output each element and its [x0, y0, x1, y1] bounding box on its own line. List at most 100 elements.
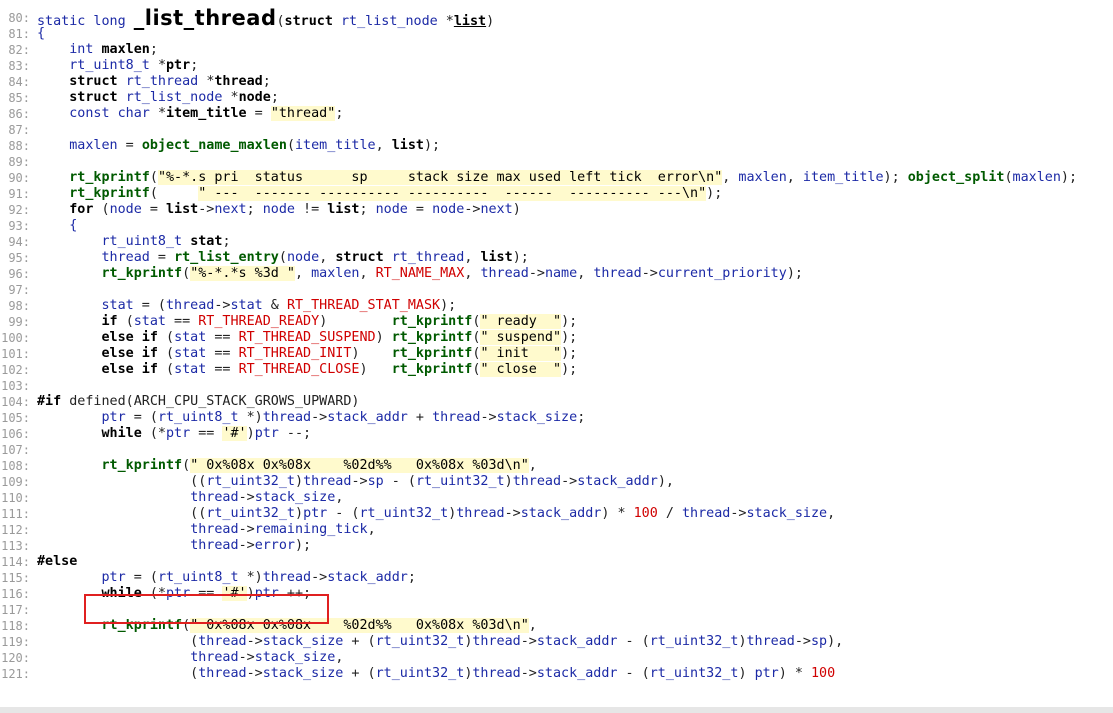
code-token: rt_kprintf [391, 314, 473, 329]
code-token: -> [238, 490, 255, 505]
code-token: "thread" [270, 106, 336, 121]
horizontal-scrollbar[interactable] [0, 707, 1113, 713]
code-token: RT_THREAD_STAT_MASK [286, 298, 441, 313]
code-token: , [295, 266, 312, 281]
code-token: ) * [778, 666, 811, 681]
code-line: 101: else if (stat == RT_THREAD_INIT) rt… [0, 346, 1113, 362]
code-token: == [166, 314, 199, 329]
code-token: rt_uint32_t [649, 666, 739, 681]
code-token: rt_uint8_t [157, 570, 247, 585]
code-text: for (node = list->next; node != list; no… [37, 202, 521, 218]
code-line: 114: #else [0, 554, 1113, 570]
code-token: stack_size [254, 490, 336, 505]
code-token: list [166, 202, 199, 217]
code-token: item_title [295, 138, 376, 153]
line-number: 121: [1, 667, 30, 681]
code-text: stat = (thread->stat & RT_THREAD_STAT_MA… [37, 298, 457, 314]
code-token: name [544, 266, 578, 281]
code-token: thread [190, 522, 239, 537]
code-line: 91: rt_kprintf( " --- ------- ----------… [0, 186, 1113, 202]
line-number: 118: [1, 619, 30, 633]
code-token: stack_addr [327, 410, 408, 425]
code-token: stack_size [262, 666, 344, 681]
code-token: , [464, 250, 481, 265]
code-token: * [230, 90, 239, 105]
code-text: rt_uint8_t stat; [37, 234, 231, 250]
code-token: ptr [101, 410, 126, 425]
code-token: else if [101, 346, 166, 361]
code-token: ); [440, 298, 457, 313]
code-token: = [117, 138, 142, 153]
code-token: ( [37, 634, 199, 649]
code-token: struct [69, 90, 126, 105]
code-token: stack_size [496, 410, 578, 425]
code-token: node [286, 250, 320, 265]
code-token: stat [190, 234, 223, 249]
code-token: ; [270, 90, 279, 105]
code-token: ptr [754, 666, 779, 681]
code-token: ; [335, 106, 344, 121]
code-text: ptr = (rt_uint8_t *)thread->stack_addr +… [37, 410, 586, 426]
code-token: thread [190, 538, 239, 553]
code-token: ( [166, 362, 175, 377]
code-token: const char [69, 106, 158, 121]
code-token: ( [278, 250, 287, 265]
line-number: 89: [8, 155, 30, 169]
code-text: (thread->stack_size + (rt_uint32_t)threa… [37, 666, 835, 682]
line-number: 102: [1, 363, 30, 377]
code-token: rt_kprintf [101, 266, 183, 281]
code-token: ); [512, 250, 529, 265]
code-token: object_name_maxlen [141, 138, 287, 153]
code-token: - ( [617, 666, 650, 681]
code-token: thread [432, 410, 481, 425]
code-text: ((rt_uint32_t)thread->sp - (rt_uint32_t)… [37, 474, 674, 490]
line-number: 83: [8, 59, 30, 73]
code-token: + [407, 410, 433, 425]
code-line: 120: thread->stack_size, [0, 650, 1113, 666]
line-number: 110: [1, 491, 30, 505]
code-line: 108: rt_kprintf(" 0x%08x 0x%08x %02d%% 0… [0, 458, 1113, 474]
line-number: 114: [1, 555, 30, 569]
code-text: struct rt_list_node *node; [37, 90, 279, 106]
code-text: #else [37, 554, 77, 570]
code-token: ) [295, 474, 304, 489]
code-token: stack_addr [577, 474, 658, 489]
code-text: ((rt_uint32_t)ptr - (rt_uint32_t)thread-… [37, 506, 835, 522]
code-token: thread [101, 250, 150, 265]
line-number: 96: [8, 267, 30, 281]
code-token: maxlen [69, 138, 118, 153]
code-token: ( [182, 458, 191, 473]
code-token: thread [303, 474, 352, 489]
code-line: 93: { [0, 218, 1113, 234]
code-text: ptr = (rt_uint8_t *)thread->stack_addr; [37, 570, 416, 586]
code-token: ); [295, 538, 312, 553]
code-token: { [69, 218, 78, 233]
code-token: RT_NAME_MAX [375, 266, 465, 281]
code-line: 112: thread->remaining_tick, [0, 522, 1113, 538]
line-number: 119: [1, 635, 30, 649]
code-token: rt_kprintf [69, 170, 150, 185]
code-token: ( [166, 346, 175, 361]
line-number: 80: [8, 11, 30, 25]
code-token: ; [577, 410, 586, 425]
code-token: RT_THREAD_READY [198, 314, 320, 329]
code-token: thread [214, 74, 263, 89]
code-token: -> [238, 538, 255, 553]
code-text: if (stat == RT_THREAD_READY) rt_kprintf(… [37, 314, 577, 330]
code-token: *) [246, 410, 263, 425]
code-token: -> [238, 650, 255, 665]
code-token: stack_addr [536, 666, 618, 681]
code-token: -> [246, 634, 263, 649]
code-token: (( [37, 506, 207, 521]
code-token: (( [37, 474, 207, 489]
line-number: 105: [1, 411, 30, 425]
code-token: ; [262, 74, 271, 89]
line-number: 112: [1, 523, 30, 537]
